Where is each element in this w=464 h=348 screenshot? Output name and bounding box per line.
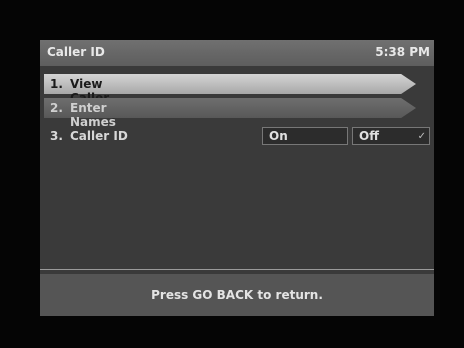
tv-frame: Caller ID 5:38 PM 1. View Caller History… <box>0 0 464 348</box>
on-option-label: On <box>269 129 288 143</box>
menu-item-caller-id: 3. Caller ID On Off ✓ <box>44 126 430 146</box>
menu-item-number: 2. <box>50 101 63 115</box>
check-mark-icon: ✓ <box>417 131 426 142</box>
menu-item-number: 3. <box>50 129 63 143</box>
menu-item-label: Enter Names <box>70 101 116 129</box>
screen-title: Caller ID <box>47 45 105 59</box>
footer-bar: Press GO BACK to return. <box>40 274 434 316</box>
caller-id-on-option[interactable]: On <box>262 127 348 145</box>
footer-divider <box>40 269 434 270</box>
clock: 5:38 PM <box>375 45 430 59</box>
menu-item-number: 1. <box>50 77 63 91</box>
caller-id-screen: Caller ID 5:38 PM 1. View Caller History… <box>40 40 434 316</box>
footer-hint: Press GO BACK to return. <box>151 288 323 302</box>
menu-item-label: Caller ID <box>70 129 128 143</box>
off-option-label: Off <box>359 129 379 143</box>
title-bar: Caller ID 5:38 PM <box>40 40 434 66</box>
caller-id-off-option[interactable]: Off ✓ <box>352 127 430 145</box>
